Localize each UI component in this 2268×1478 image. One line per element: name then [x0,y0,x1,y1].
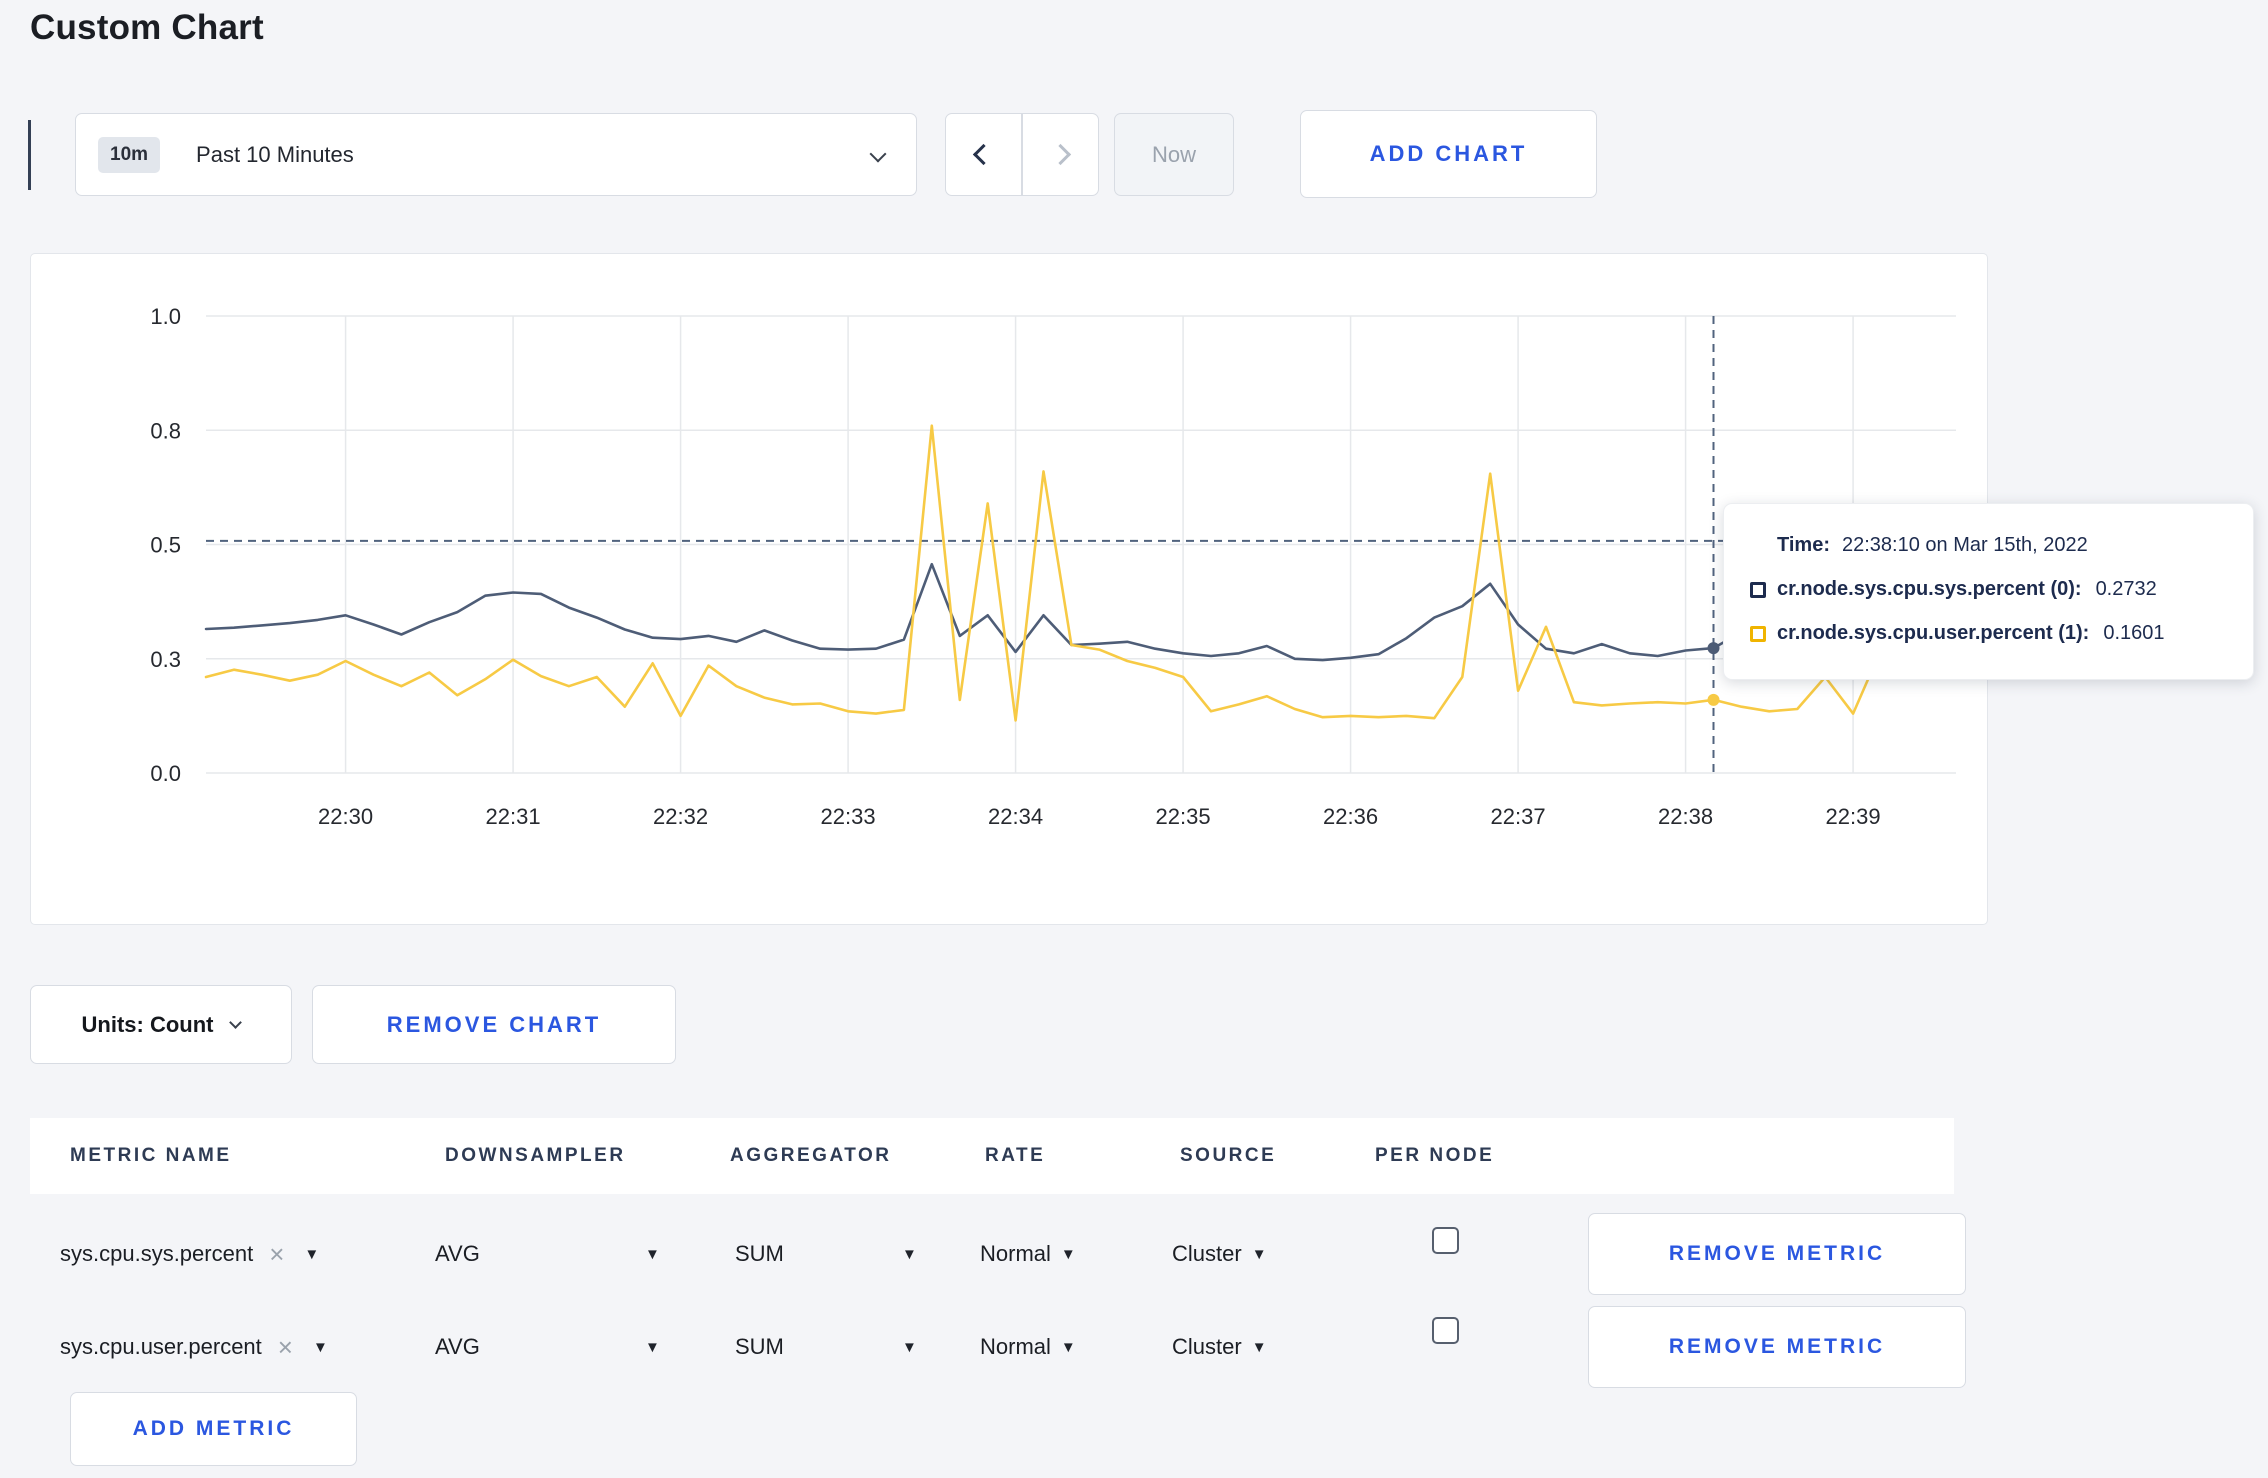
add-chart-button[interactable]: ADD CHART [1300,110,1597,198]
downsampler-value: AVG [435,1241,480,1266]
source-select[interactable]: Cluster ▼ [1172,1305,1267,1389]
remove-metric-x-icon[interactable]: × [278,1332,293,1363]
prev-time-button[interactable] [946,114,1021,195]
x-tick-label: 22:35 [1156,804,1211,829]
x-tick-label: 22:34 [988,804,1043,829]
now-button[interactable]: Now [1114,113,1234,196]
custom-chart-page: Custom Chart 10m Past 10 Minutes Now ADD… [0,0,2268,1478]
header-aggregator: AGGREGATOR [730,1145,892,1166]
remove-metric-button[interactable]: REMOVE METRIC [1588,1213,1966,1295]
remove-chart-button[interactable]: REMOVE CHART [312,985,676,1064]
user-series-swatch-icon [1750,625,1766,642]
time-range-label: Past 10 Minutes [196,141,354,167]
chevron-right-icon [1049,143,1071,166]
chart-tooltip: Time: 22:38:10 on Mar 15th, 2022 cr.node… [1723,503,2254,680]
time-pager [945,113,1099,196]
remove-metric-button[interactable]: REMOVE METRIC [1588,1306,1966,1388]
tooltip-time-label: Time: [1777,534,1830,556]
caret-down-icon: ▼ [645,1338,660,1356]
caret-down-icon: ▼ [1251,1245,1267,1263]
per-node-checkbox[interactable] [1432,1227,1459,1254]
x-tick-label: 22:36 [1323,804,1378,829]
time-range-dropdown[interactable]: 10m Past 10 Minutes [75,113,917,196]
rate-select[interactable]: Normal ▼ [980,1212,1076,1296]
sys-crosshair-dot [1707,642,1720,655]
rate-select[interactable]: Normal ▼ [980,1305,1076,1389]
remove-metric-x-icon[interactable]: × [269,1239,284,1270]
caret-down-icon: ▼ [645,1245,660,1263]
page-title: Custom Chart [30,8,264,47]
source-select[interactable]: Cluster ▼ [1172,1212,1267,1296]
header-rate: RATE [985,1145,1046,1166]
aggregator-select[interactable]: ▼ [902,1212,917,1296]
chart-card: 0.0 0.3 0.5 0.8 1.0 22:30 22:31 22:32 22:33 22:34… [30,253,1988,925]
y-tick-label: 0.5 [150,533,181,558]
aggregator-value: SUM [735,1241,784,1266]
add-metric-button[interactable]: ADD METRIC [70,1392,357,1466]
tooltip-sys-series-name: cr.node.sys.cpu.sys.percent (0): [1777,578,2082,600]
line-chart[interactable]: 0.0 0.3 0.5 0.8 1.0 22:30 22:31 22:32 22:33 22:34… [31,254,1989,926]
per-node-checkbox[interactable] [1432,1317,1459,1344]
header-per-node: PER NODE [1375,1145,1495,1166]
user-series-line [204,424,1883,722]
tooltip-sys-series-value: 0.2732 [2095,578,2157,600]
caret-down-icon: ▼ [1251,1338,1267,1356]
metric-row: sys.cpu.user.percent × ▼ AVG ▼ SUM ▼ Nor… [30,1305,1966,1389]
toolbar-accent-divider [28,120,31,190]
user-crosshair-dot [1707,693,1720,706]
metric-row: sys.cpu.sys.percent × ▼ AVG ▼ SUM ▼ Norm… [30,1212,1966,1296]
header-metric-name: METRIC NAME [70,1145,232,1166]
aggregator-value: SUM [735,1334,784,1359]
chevron-down-icon [869,145,887,163]
aggregator-select[interactable]: ▼ [902,1305,917,1389]
x-tick-label: 22:33 [821,804,876,829]
chevron-left-icon [973,143,995,166]
downsampler-value: AVG [435,1334,480,1359]
downsampler-select[interactable]: ▼ [645,1212,660,1296]
caret-down-icon: ▼ [902,1245,917,1263]
downsampler-select[interactable]: ▼ [645,1305,660,1389]
caret-down-icon: ▼ [1060,1245,1076,1263]
tooltip-user-series-value: 0.1601 [2103,622,2165,644]
y-tick-label: 1.0 [150,304,181,329]
chevron-down-icon [229,1016,243,1029]
time-range-badge: 10m [98,136,161,173]
x-tick-label: 22:37 [1491,804,1546,829]
next-time-button[interactable] [1023,114,1098,195]
x-tick-label: 22:32 [653,804,708,829]
sys-series-line [204,562,1883,662]
y-tick-label: 0.8 [150,418,181,443]
caret-down-icon: ▼ [1060,1338,1076,1356]
caret-down-icon: ▼ [312,1338,328,1356]
x-tick-label: 22:39 [1826,804,1881,829]
x-tick-label: 22:30 [318,804,373,829]
units-dropdown[interactable]: Units: Count [30,985,292,1064]
header-source: SOURCE [1180,1145,1277,1166]
y-tick-label: 0.3 [150,647,181,672]
caret-down-icon: ▼ [304,1245,320,1263]
tooltip-time-value: 22:38:10 on Mar 15th, 2022 [1841,534,2088,556]
header-downsampler: DOWNSAMPLER [445,1145,626,1166]
metrics-table-header: METRIC NAME DOWNSAMPLER AGGREGATOR RATE … [30,1118,1954,1194]
x-tick-label: 22:38 [1658,804,1713,829]
sys-series-swatch-icon [1750,581,1766,598]
caret-down-icon: ▼ [902,1338,917,1356]
x-tick-label: 22:31 [486,804,541,829]
metric-name-select[interactable]: sys.cpu.sys.percent × ▼ [60,1212,319,1296]
metric-name-select[interactable]: sys.cpu.user.percent × ▼ [60,1305,328,1389]
y-tick-label: 0.0 [150,761,181,786]
tooltip-user-series-name: cr.node.sys.cpu.user.percent (1): [1777,622,2090,644]
